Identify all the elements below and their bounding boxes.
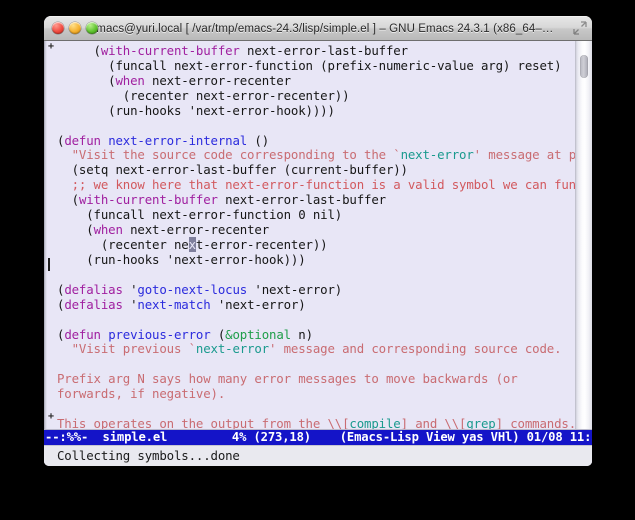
- code-line: forwards, if negative).: [55, 386, 575, 402]
- code-token: (: [57, 222, 94, 238]
- code-token: with-current-buffer: [78, 192, 218, 208]
- fringe-top-marker-icon: +: [48, 41, 55, 52]
- left-fringe: + +: [44, 41, 55, 429]
- code-token: 'next-error): [247, 281, 343, 297]
- code-line: (funcall next-error-function (prefix-num…: [55, 57, 575, 74]
- code-token: This operates on the output from the \\[: [57, 416, 350, 429]
- code-line: (run-hooks 'next-error-hook))): [55, 251, 575, 268]
- code-token: (run-hooks 'next-error-hook))): [57, 251, 306, 267]
- code-line: ;; we know here that next-error-function…: [55, 177, 575, 193]
- emacs-frame: + + (with-current-buffer next-error-last…: [44, 41, 592, 466]
- code-token: &optional: [225, 326, 291, 342]
- code-token: next-error: [400, 147, 474, 163]
- vertical-scrollbar[interactable]: [575, 41, 592, 429]
- code-line: (recenter next-error-recenter)): [55, 236, 575, 253]
- code-line: (defalias 'goto-next-locus 'next-error): [55, 281, 575, 298]
- code-line: (when next-error-recenter: [55, 72, 575, 89]
- window-title: Emacs@yuri.local [ /var/tmp/emacs-24.3/l…: [88, 22, 554, 35]
- code-token: (recenter next-error-recenter)): [57, 87, 350, 103]
- code-line: This operates on the output from the \\[…: [55, 416, 575, 429]
- code-token: when: [93, 222, 123, 238]
- close-button[interactable]: [52, 22, 64, 34]
- code-token: "Visit the source code corresponding to …: [57, 147, 401, 163]
- code-line: (defalias 'next-match 'next-error): [55, 296, 575, 313]
- code-token: ': [122, 296, 138, 312]
- code-line: (with-current-buffer next-error-last-buf…: [55, 192, 575, 208]
- code-token: next-error-internal: [108, 132, 248, 148]
- code-token: next-error-last-buffer: [239, 43, 408, 58]
- code-token: n): [290, 326, 313, 342]
- code-token: (: [57, 192, 79, 208]
- code-token: defalias: [64, 296, 123, 312]
- code-token: defalias: [64, 281, 123, 297]
- code-token: compile: [349, 416, 401, 429]
- code-token: when: [115, 72, 145, 88]
- code-token: previous-error: [108, 326, 211, 342]
- code-token: (funcall next-error-function (prefix-num…: [57, 57, 562, 73]
- code-token: next-error-recenter: [122, 222, 270, 238]
- mode-line: --:%%- simple.el 4% (273,18) (Emacs-Lisp…: [44, 429, 592, 445]
- code-token: (: [57, 43, 101, 58]
- code-token: x: [188, 236, 196, 252]
- code-token: (funcall next-error-function 0 nil): [57, 207, 343, 223]
- code-token: "Visit previous `: [57, 341, 196, 357]
- code-token: defun: [64, 132, 101, 148]
- code-token: ' message and corresponding source code.: [269, 341, 562, 357]
- code-token: forwards, if negative).: [57, 386, 226, 402]
- fringe-cursor-indicator: [48, 258, 50, 271]
- code-line: (recenter next-error-recenter)): [55, 87, 575, 104]
- code-token: next-error: [195, 341, 269, 357]
- resize-grip-icon[interactable]: [573, 21, 587, 35]
- code-line: "Visit previous `next-error' message and…: [55, 341, 575, 357]
- code-token: ;; we know here that next-error-function…: [57, 177, 575, 193]
- code-token: (: [210, 326, 226, 342]
- code-token: (setq next-error-last-buffer (current-bu…: [57, 162, 408, 178]
- code-line: (funcall next-error-function 0 nil): [55, 207, 575, 223]
- code-token: ] commands.": [495, 416, 575, 429]
- code-token: Prefix arg N says how many error message…: [57, 371, 518, 387]
- code-token: with-current-buffer: [100, 43, 240, 58]
- fringe-bottom-marker-icon: +: [48, 411, 55, 422]
- code-token: grep: [466, 416, 496, 429]
- code-token: (recenter ne: [57, 236, 189, 252]
- code-line: Prefix arg N says how many error message…: [55, 371, 575, 387]
- code-token: next-match: [137, 296, 211, 312]
- zoom-button[interactable]: [86, 22, 98, 34]
- code-token: (run-hooks 'next-error-hook)))): [57, 102, 335, 118]
- code-token: 'next-error): [210, 296, 306, 312]
- code-token: (: [57, 72, 116, 88]
- buffer-text[interactable]: (with-current-buffer next-error-last-buf…: [55, 41, 575, 429]
- minimize-button[interactable]: [69, 22, 81, 34]
- minibuffer[interactable]: Collecting symbols...done: [44, 445, 592, 466]
- code-token: (): [247, 132, 270, 148]
- emacs-window: Emacs@yuri.local [ /var/tmp/emacs-24.3/l…: [44, 16, 592, 466]
- code-token: next-error-last-buffer: [217, 192, 386, 208]
- code-line: "Visit the source code corresponding to …: [55, 147, 575, 163]
- code-token: goto-next-locus: [137, 281, 248, 297]
- code-line: (setq next-error-last-buffer (current-bu…: [55, 162, 575, 178]
- window-controls: [52, 22, 98, 34]
- code-token: defun: [64, 326, 101, 342]
- screen: Emacs@yuri.local [ /var/tmp/emacs-24.3/l…: [0, 0, 635, 520]
- code-line: (defun previous-error (&optional n): [55, 326, 575, 343]
- title-bar[interactable]: Emacs@yuri.local [ /var/tmp/emacs-24.3/l…: [44, 16, 592, 41]
- code-token: next-error-recenter: [144, 72, 291, 88]
- code-line: (when next-error-recenter: [55, 222, 575, 238]
- code-token: t-error-recenter)): [195, 236, 328, 252]
- code-line: (run-hooks 'next-error-hook)))): [55, 102, 575, 119]
- code-token: ' message at point.": [473, 147, 575, 163]
- frame-edge: [44, 41, 47, 429]
- code-line: (defun next-error-internal (): [55, 132, 575, 149]
- scrollbar-thumb[interactable]: [580, 55, 588, 78]
- code-line: (with-current-buffer next-error-last-buf…: [55, 43, 575, 59]
- text-area: + + (with-current-buffer next-error-last…: [44, 41, 592, 429]
- code-token: ] and \\[: [400, 416, 467, 429]
- code-token: ': [122, 281, 138, 297]
